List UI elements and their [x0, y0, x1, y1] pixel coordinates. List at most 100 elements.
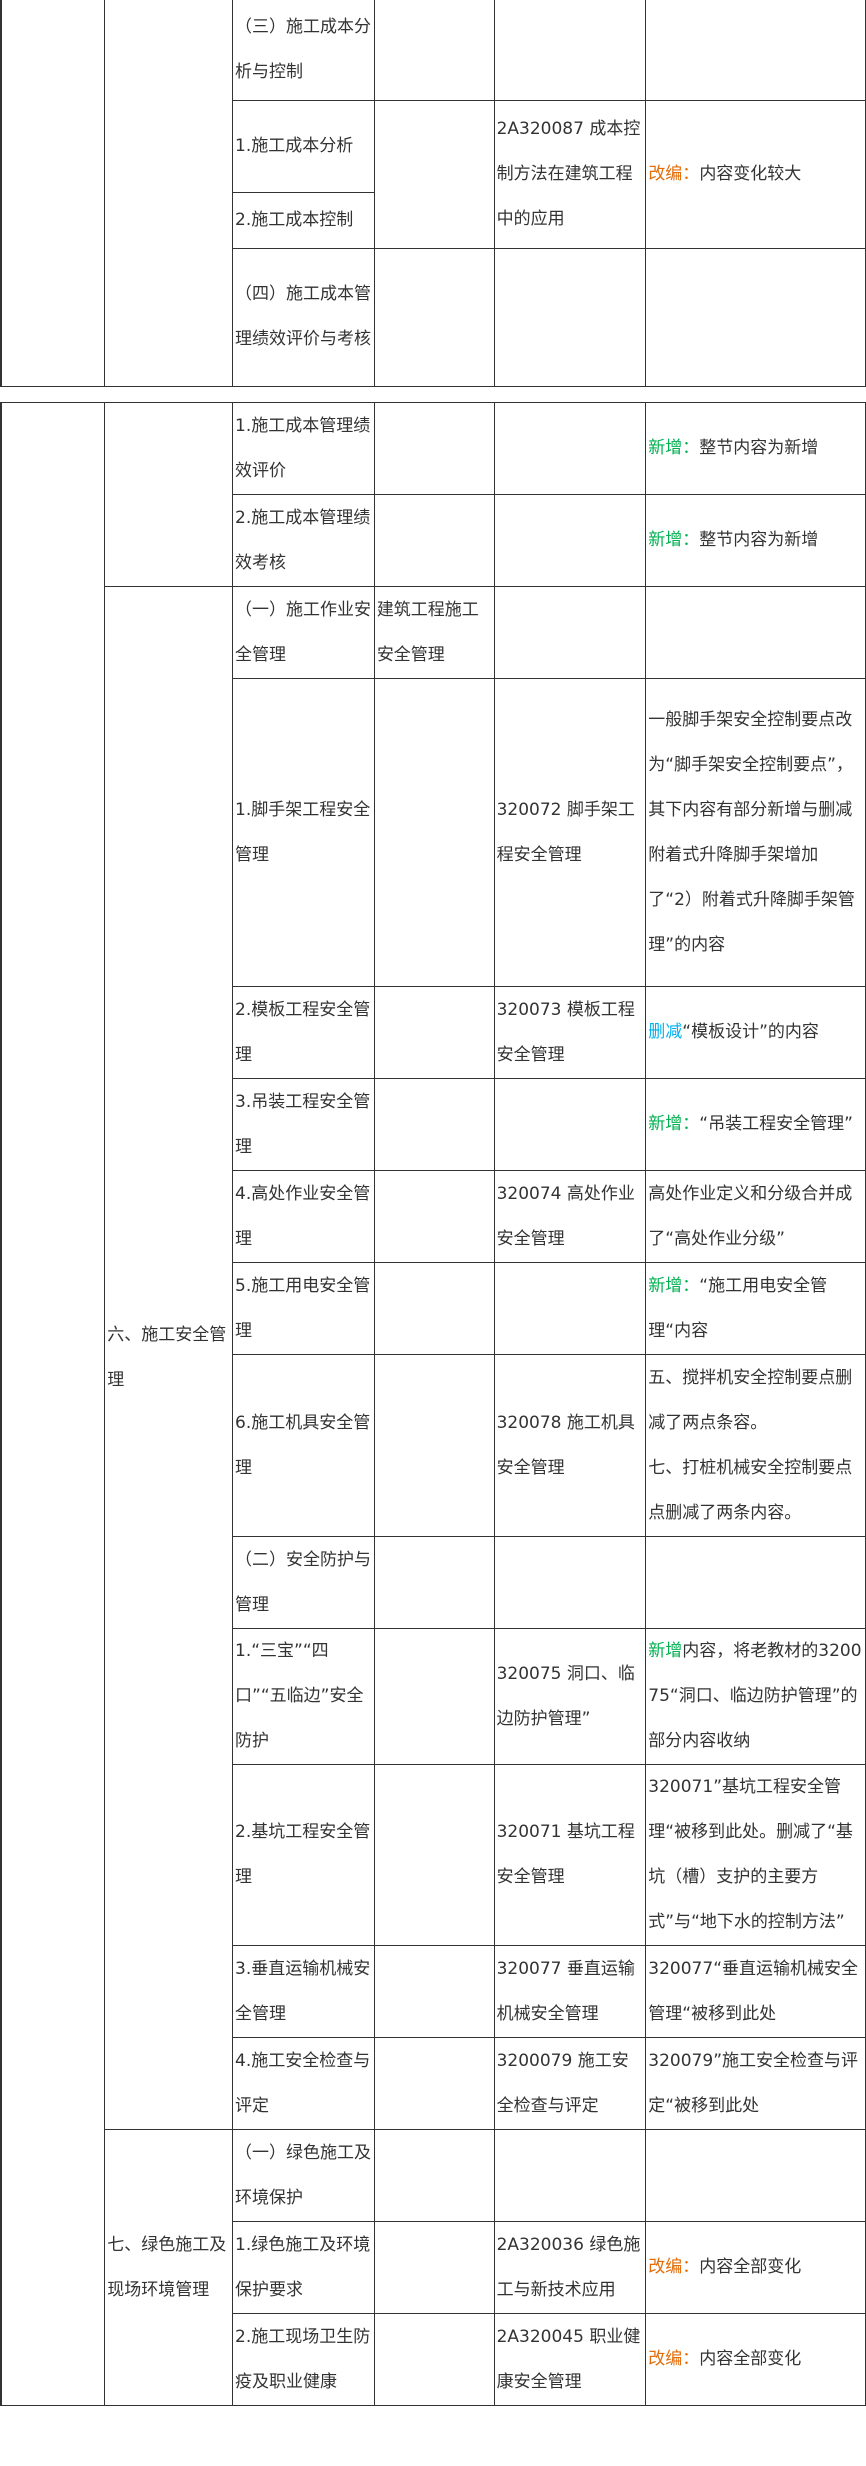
new-tag: 新增：	[648, 438, 700, 458]
note-cell: 五、搅拌机安全控制要点删减了两点条容。 七、打桩机械安全控制要点点删减了两条内容。	[645, 1354, 866, 1537]
note-cell	[645, 1536, 866, 1629]
old-code-cell	[493, 586, 647, 679]
topic-cell: 5.施工用电安全管理	[232, 1262, 375, 1355]
old-code-cell: 320071 基坑工程安全管理	[493, 1764, 647, 1946]
table-row: 七、绿色施工及现场环境管理 （一）绿色施工及环境保护	[1, 2129, 866, 2406]
old-code-cell: 2A320045 职业健康安全管理	[493, 2313, 647, 2406]
chapter-cell	[0, 0, 106, 387]
note-text: 整节内容为新增	[699, 530, 819, 550]
note-cell: 新增：整节内容为新增	[645, 402, 866, 495]
note-cell: 320077“垂直运输机械安全管理“被移到此处	[645, 1945, 866, 2038]
old-code-cell: 2A320036 绿色施工与新技术应用	[493, 2221, 647, 2314]
old-code-cell: 320075 洞口、临边防护管理”	[493, 1628, 647, 1765]
old-section-cell	[373, 99, 495, 249]
topic-cell: 6.施工机具安全管理	[232, 1354, 375, 1537]
old-section-cell	[373, 2313, 495, 2406]
curriculum-table-top: （三）施工成本分析与控制 1.施工成本分析 2A320087 成本控制方法在建筑…	[0, 0, 866, 387]
old-code-cell: 320077 垂直运输机械安全管理	[493, 1945, 647, 2038]
note-cell: 高处作业定义和分级合并成了“高处作业分级”	[645, 1170, 866, 1263]
old-section-cell	[373, 247, 495, 387]
old-section-cell	[373, 1078, 495, 1171]
note-cell: 新增内容，将老教材的320075“洞口、临边防护管理”的部分内容收纳	[645, 1628, 866, 1765]
table-row: 1.施工成本管理绩效评价 新增：整节内容为新增	[0, 402, 866, 2406]
note-cell	[645, 247, 866, 387]
topic-cell: （三）施工成本分析与控制	[232, 0, 375, 101]
curriculum-table-bottom: 1.施工成本管理绩效评价 新增：整节内容为新增 2.施工成本管理绩效考核 新增：…	[0, 402, 866, 2406]
note-cell: 改编：内容变化较大	[645, 99, 866, 249]
section-cell: 七、绿色施工及现场环境管理	[104, 2129, 234, 2406]
old-section-cell	[373, 1945, 495, 2038]
topic-cell: 1.绿色施工及环境保护要求	[232, 2221, 375, 2314]
topic-cell: 1.“三宝”“四口”“五临边”安全防护	[232, 1628, 375, 1765]
note-cell: 新增：整节内容为新增	[645, 494, 866, 587]
old-code-cell	[493, 0, 647, 101]
topic-cell: 4.施工安全检查与评定	[232, 2037, 375, 2130]
note-text: 内容全部变化	[699, 2349, 802, 2369]
old-section-cell	[373, 0, 495, 101]
note-text-2: 附着式升降脚手架增加了“2）附着式升降脚手架管理”的内容	[648, 844, 855, 955]
note-text: 五、搅拌机安全控制要点删减了两点条容。	[648, 1367, 853, 1433]
old-section-cell: 建筑工程施工安全管理	[373, 586, 495, 679]
topic-cell: 1.施工成本管理绩效评价	[232, 402, 375, 495]
topic-cell: （一）绿色施工及环境保护	[232, 2129, 375, 2222]
topic-cell: （二）安全防护与管理	[232, 1536, 375, 1629]
old-section-cell	[373, 2221, 495, 2314]
topic-cell: （四）施工成本管理绩效评价与考核	[232, 247, 375, 387]
change-tag: 改编：	[648, 2349, 700, 2369]
old-code-cell	[493, 2129, 647, 2222]
old-code-cell: 3200079 施工安全检查与评定	[493, 2037, 647, 2130]
new-tag: 新增：	[648, 530, 700, 550]
note-cell: 320079”施工安全检查与评定“被移到此处	[645, 2037, 866, 2130]
topic-cell: 2.模板工程安全管理	[232, 986, 375, 1079]
section-cell	[104, 402, 234, 587]
topic-cell: 1.脚手架工程安全管理	[232, 678, 375, 987]
old-section-cell	[373, 1262, 495, 1355]
note-cell: 改编：内容全部变化	[645, 2221, 866, 2314]
old-code-cell	[493, 494, 647, 587]
note-cell: 新增：“施工用电安全管理“内容	[645, 1262, 866, 1355]
note-text-2: 七、打桩机械安全控制要点点删减了两条内容。	[648, 1457, 853, 1523]
old-code-cell	[493, 1262, 647, 1355]
old-section-cell	[373, 1536, 495, 1629]
topic-cell: 1.施工成本分析	[232, 99, 375, 193]
section-cell	[104, 0, 234, 387]
topic-cell: 2.施工成本管理绩效考核	[232, 494, 375, 587]
old-section-cell	[373, 2037, 495, 2130]
table-row: （三）施工成本分析与控制	[0, 0, 866, 387]
note-cell: 一般脚手架安全控制要点改为“脚手架安全控制要点”，其下内容有部分新增与删减 附着式…	[645, 678, 866, 987]
old-code-cell	[493, 247, 647, 387]
note-cell: 320071”基坑工程安全管理“被移到此处。删减了“基坑（槽）支护的主要方式”与…	[645, 1764, 866, 1946]
note-text: 内容变化较大	[699, 163, 802, 184]
old-code-cell	[493, 1078, 647, 1171]
new-tag: 新增：	[648, 1114, 700, 1134]
old-section-cell	[373, 986, 495, 1079]
old-section-cell	[373, 1764, 495, 1946]
old-code-cell: 320074 高处作业安全管理	[493, 1170, 647, 1263]
delete-tag: 删减	[648, 1022, 683, 1042]
old-section-cell	[373, 402, 495, 495]
old-section-cell	[373, 2129, 495, 2222]
topic-cell: 3.垂直运输机械安全管理	[232, 1945, 375, 2038]
note-text: “模板设计”的内容	[682, 1022, 819, 1042]
old-code-cell: 320078 施工机具安全管理	[493, 1354, 647, 1537]
old-code-cell	[493, 402, 647, 495]
note-cell	[645, 2129, 866, 2222]
topic-cell: 2.基坑工程安全管理	[232, 1764, 375, 1946]
chapter-cell	[0, 402, 106, 2406]
old-code-cell: 2A320087 成本控制方法在建筑工程中的应用	[493, 99, 647, 249]
topic-cell: 2.施工成本控制	[232, 191, 375, 249]
old-code-cell: 320073 模板工程安全管理	[493, 986, 647, 1079]
section-cell: 六、施工安全管理	[104, 586, 234, 2130]
old-section-cell	[373, 1354, 495, 1537]
new-tag: 新增	[648, 1641, 683, 1661]
old-section-cell	[373, 1170, 495, 1263]
note-text: 内容全部变化	[699, 2257, 802, 2277]
change-tag: 改编：	[648, 2257, 700, 2277]
topic-cell: 2.施工现场卫生防疫及职业健康	[232, 2313, 375, 2406]
note-cell: 删减“模板设计”的内容	[645, 986, 866, 1079]
note-cell: 改编：内容全部变化	[645, 2313, 866, 2406]
old-section-cell	[373, 678, 495, 987]
old-code-cell	[493, 1536, 647, 1629]
note-text: 整节内容为新增	[699, 438, 819, 458]
change-tag: 改编：	[648, 163, 700, 184]
